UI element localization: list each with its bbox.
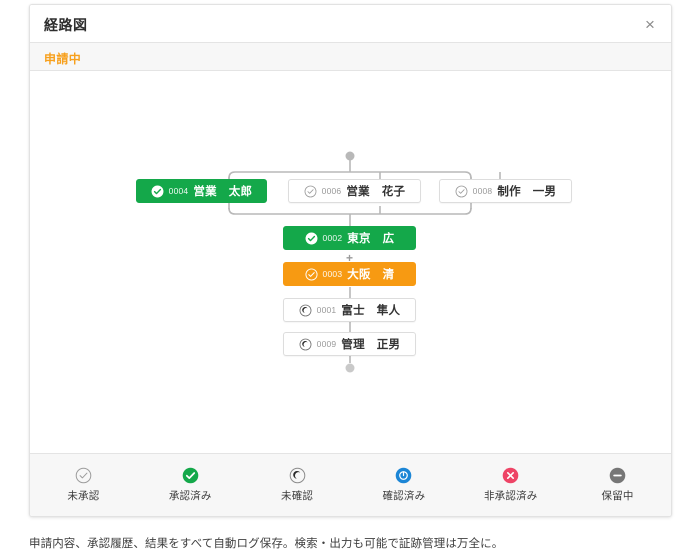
clock-circle-icon — [396, 467, 412, 484]
status-badge: 申請中 — [44, 52, 82, 66]
route-diagram-canvas: 0004 営業 太郎 0006 営業 花子 0008 制作 一男 0002 東京… — [30, 71, 671, 453]
screenshot-root: 経路図 × 申請中 0004 営業 太郎 0006 営業 花子 0008 制作 … — [0, 0, 700, 558]
x-circle-icon — [502, 467, 519, 484]
check-circle-filled-icon — [305, 232, 317, 244]
legend-label: 非承認済み — [483, 490, 538, 502]
route-node-name: 東京 広 — [347, 233, 395, 245]
check-circle-outline-icon — [75, 467, 92, 484]
route-node-0008[interactable]: 0008 制作 一男 — [439, 179, 572, 203]
moon-circle-icon — [299, 338, 312, 350]
legend-item-unapproved: 未承認 — [30, 467, 137, 503]
check-circle-outline-icon — [304, 185, 317, 197]
route-node-name: 営業 花子 — [346, 186, 406, 198]
minus-circle-icon — [609, 467, 626, 484]
route-node-0004[interactable]: 0004 営業 太郎 — [136, 179, 267, 203]
legend-label: 未承認 — [67, 490, 100, 502]
check-circle-outline-icon — [455, 185, 468, 197]
route-node-id: 0009 — [316, 339, 337, 349]
start-node-dot — [345, 151, 355, 161]
close-icon[interactable]: × — [638, 12, 662, 36]
legend-label: 未確認 — [281, 490, 314, 502]
end-node-dot — [345, 363, 355, 373]
route-node-id: 0008 — [472, 186, 493, 196]
moon-circle-icon — [299, 304, 312, 316]
route-diagram-card: 経路図 × 申請中 0004 営業 太郎 0006 営業 花子 0008 制作 … — [29, 4, 672, 517]
route-node-id: 0002 — [322, 233, 343, 243]
legend-item-unconfirmed: 未確認 — [244, 467, 351, 503]
route-node-0001[interactable]: 0001 富士 隼人 — [283, 298, 416, 322]
route-node-0009[interactable]: 0009 管理 正男 — [283, 332, 416, 356]
route-node-0003[interactable]: 0003 大阪 清 — [283, 262, 416, 286]
route-node-name: 制作 一男 — [497, 186, 557, 198]
route-node-0002[interactable]: 0002 東京 広 — [283, 226, 416, 250]
caption-text: 申請内容、承認履歴、結果をすべて自動ログ保存。検索・出力も可能で証跡管理は万全に… — [29, 538, 504, 550]
route-node-id: 0003 — [322, 269, 343, 279]
route-node-name: 営業 太郎 — [193, 186, 253, 198]
route-node-id: 0001 — [316, 305, 337, 315]
legend-item-confirmed: 確認済み — [350, 467, 457, 503]
route-node-0006[interactable]: 0006 営業 花子 — [288, 179, 421, 203]
status-bar: 申請中 — [30, 43, 671, 71]
check-circle-filled-icon — [151, 185, 164, 197]
legend-item-hold: 保留中 — [564, 467, 671, 503]
route-node-name: 富士 隼人 — [341, 305, 401, 317]
legend-item-rejected: 非承認済み — [457, 467, 564, 503]
legend-label: 承認済み — [168, 490, 212, 502]
moon-circle-icon — [289, 467, 305, 484]
route-node-id: 0006 — [321, 186, 342, 196]
check-circle-filled-icon — [182, 467, 199, 484]
route-node-name: 管理 正男 — [341, 339, 401, 351]
legend-footer: 未承認 承認済み 未確認 確認済み 非承認済み 保留中 — [30, 453, 671, 516]
legend-item-approved: 承認済み — [137, 467, 244, 503]
check-circle-filled-icon — [304, 267, 318, 281]
legend-label: 確認済み — [382, 490, 426, 502]
page-title: 経路図 — [44, 17, 88, 33]
legend-label: 保留中 — [601, 490, 634, 502]
route-node-id: 0004 — [168, 186, 189, 196]
route-node-name: 大阪 清 — [347, 269, 395, 281]
card-titlebar: 経路図 × — [30, 5, 671, 43]
